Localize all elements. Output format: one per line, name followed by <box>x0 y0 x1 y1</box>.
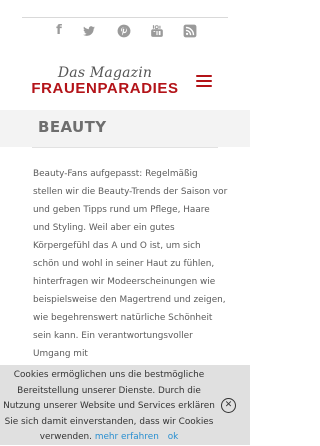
menu-bar <box>196 85 212 87</box>
twitter-icon[interactable] <box>82 24 96 38</box>
pinterest-icon[interactable] <box>117 24 131 38</box>
article-intro: Beauty-Fans aufgepasst: Regelmäßig stell… <box>33 165 229 363</box>
page-title: BEAUTY <box>38 118 107 136</box>
header-divider <box>22 17 228 18</box>
youtube-icon[interactable] <box>150 24 164 38</box>
cookie-message: Cookies ermöglichen uns die bestmögliche… <box>0 368 218 446</box>
cookie-more-link[interactable]: mehr erfahren <box>95 432 159 442</box>
cookie-banner: Cookies ermöglichen uns die bestmögliche… <box>0 365 250 445</box>
intro-paragraph: Beauty-Fans aufgepasst: Regelmäßig stell… <box>33 169 228 359</box>
social-links: f <box>0 24 250 38</box>
logo-subtitle[interactable]: Das Magazin <box>30 65 180 81</box>
menu-bar <box>196 75 212 77</box>
title-divider <box>32 147 218 148</box>
menu-bar <box>196 80 212 82</box>
facebook-icon[interactable]: f <box>52 24 66 38</box>
site-logo[interactable]: FRAUENPARADIES <box>30 80 180 97</box>
hamburger-menu-icon[interactable] <box>196 75 212 88</box>
cookie-ok-button[interactable]: ok <box>168 432 179 442</box>
close-icon[interactable]: ✕ <box>221 398 236 413</box>
rss-icon[interactable] <box>183 24 197 38</box>
